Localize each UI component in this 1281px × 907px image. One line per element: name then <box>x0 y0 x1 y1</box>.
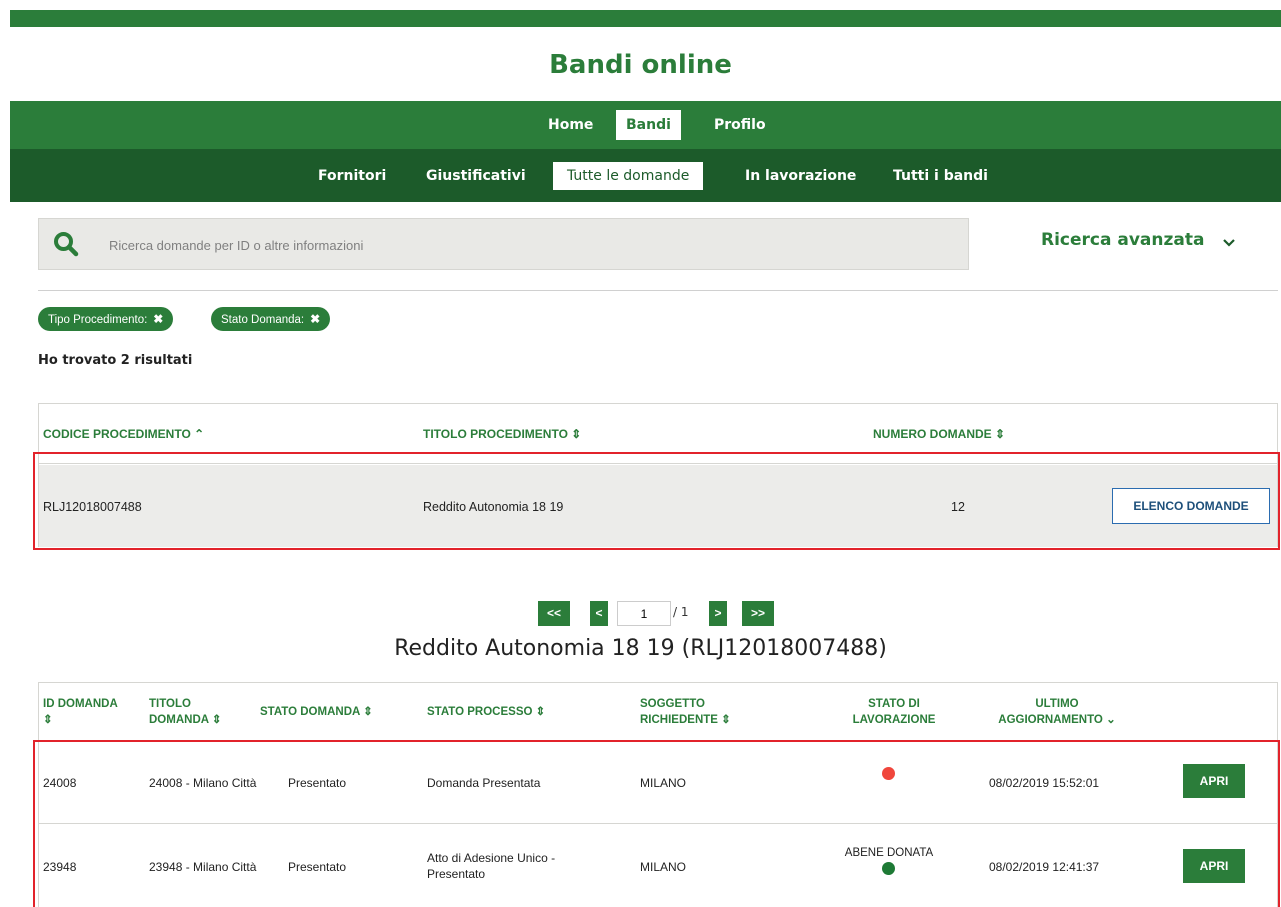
column-header-stato-domanda[interactable]: STATO DOMANDA ⇕ <box>260 704 373 720</box>
close-icon[interactable]: ✖ <box>153 307 163 331</box>
sort-icon: ⇕ <box>995 427 1006 441</box>
nav-item-profilo[interactable]: Profilo <box>704 110 776 140</box>
divider <box>38 290 1278 291</box>
subnav-item-fornitori[interactable]: Fornitori <box>304 162 400 190</box>
table-header: ID DOMANDA ⇕ TITOLO DOMANDA ⇕ STATO DOMA… <box>39 683 1277 742</box>
sort-icon: ⇕ <box>363 706 373 718</box>
sort-icon: ⇕ <box>211 714 222 726</box>
cell-titolo: 23948 - Milano Città <box>149 860 257 874</box>
filter-chip-stato-domanda[interactable]: Stato Domanda: ✖ <box>211 307 331 331</box>
results-count: Ho trovato 2 risultati <box>38 353 193 368</box>
apri-button[interactable]: APRI <box>1183 764 1245 798</box>
column-header-codice[interactable]: CODICE PROCEDIMENTO ⌃ <box>43 427 204 441</box>
filter-chip-label: Tipo Procedimento: <box>48 314 148 326</box>
status-dot-green <box>882 862 895 875</box>
search-bar <box>38 218 969 270</box>
column-header-titolo[interactable]: TITOLO PROCEDIMENTO ⇕ <box>423 427 581 441</box>
table-row: 24008 24008 - Milano Città Presentato Do… <box>39 742 1277 824</box>
close-icon[interactable]: ✖ <box>310 307 320 331</box>
column-header-stato-processo[interactable]: STATO PROCESSO ⇕ <box>427 704 545 720</box>
sort-icon: ⇕ <box>721 714 731 726</box>
section-title: Reddito Autonomia 18 19 (RLJ12018007488) <box>394 636 887 661</box>
subnav-item-tutti-i-bandi[interactable]: Tutti i bandi <box>879 162 1002 190</box>
cell-soggetto: MILANO <box>640 776 687 790</box>
column-header-ultimo-aggiornamento[interactable]: ULTIMO AGGIORNAMENTO ⌄ <box>987 696 1127 728</box>
column-header-numero[interactable]: NUMERO DOMANDE ⇕ <box>873 427 1005 441</box>
status-label: ABENE DONATA <box>844 847 934 859</box>
status-dot-red <box>882 767 895 780</box>
page-total: / 1 <box>673 605 689 619</box>
search-icon[interactable] <box>53 231 79 257</box>
first-page-button[interactable]: << <box>538 601 570 626</box>
cell-titolo: 24008 - Milano Città <box>149 776 257 790</box>
page-number-input[interactable] <box>617 601 671 626</box>
column-header-id[interactable]: ID DOMANDA ⇕ <box>43 696 123 728</box>
cell-stato-domanda: Presentato <box>288 776 347 790</box>
filter-chip-label: Stato Domanda: <box>221 314 305 326</box>
apri-button[interactable]: APRI <box>1183 849 1245 883</box>
procedures-table: CODICE PROCEDIMENTO ⌃ TITOLO PROCEDIMENT… <box>38 403 1278 547</box>
cell-soggetto: MILANO <box>640 860 687 874</box>
column-header-titolo[interactable]: TITOLO DOMANDA ⇕ <box>149 696 233 728</box>
column-header-stato-lavorazione: STATO DI LAVORAZIONE <box>852 698 936 726</box>
chevron-down-icon[interactable] <box>1222 236 1236 250</box>
top-accent-bar <box>10 10 1281 27</box>
sub-nav: Fornitori Giustificativi Tutte le domand… <box>10 149 1281 202</box>
sort-asc-icon: ⌃ <box>194 427 205 441</box>
next-page-button[interactable]: > <box>709 601 727 626</box>
table-row: 23948 23948 - Milano Città Presentato At… <box>39 824 1277 907</box>
cell-titolo: Reddito Autonomia 18 19 <box>423 500 564 514</box>
subnav-item-in-lavorazione[interactable]: In lavorazione <box>731 162 870 190</box>
chevron-down-icon: ⌄ <box>1106 714 1116 726</box>
table-header: CODICE PROCEDIMENTO ⌃ TITOLO PROCEDIMENT… <box>39 404 1277 464</box>
table-row: RLJ12018007488 Reddito Autonomia 18 19 1… <box>39 465 1277 547</box>
cell-ultimo-aggiornamento: 08/02/2019 15:52:01 <box>989 776 1100 790</box>
pagination: << < / 1 > >> <box>0 601 1281 626</box>
elenco-domande-button[interactable]: ELENCO DOMANDE <box>1112 488 1270 524</box>
applications-table: ID DOMANDA ⇕ TITOLO DOMANDA ⇕ STATO DOMA… <box>38 682 1278 907</box>
subnav-item-tutte-le-domande[interactable]: Tutte le domande <box>553 162 704 190</box>
column-header-soggetto[interactable]: SOGGETTO RICHIEDENTE ⇕ <box>640 696 750 728</box>
site-title: Bandi online <box>549 50 732 80</box>
subnav-item-giustificativi[interactable]: Giustificativi <box>412 162 540 190</box>
nav-item-bandi[interactable]: Bandi <box>616 110 681 140</box>
last-page-button[interactable]: >> <box>742 601 774 626</box>
advanced-search-toggle[interactable]: Ricerca avanzata <box>1041 230 1204 250</box>
cell-id: 23948 <box>43 860 77 874</box>
cell-ultimo-aggiornamento: 08/02/2019 12:41:37 <box>989 860 1100 874</box>
sort-icon: ⇕ <box>535 706 546 718</box>
main-nav: Home Bandi Profilo <box>10 101 1281 149</box>
sort-icon: ⇕ <box>43 714 53 726</box>
nav-item-home[interactable]: Home <box>538 110 603 140</box>
cell-numero: 12 <box>951 500 965 514</box>
cell-codice: RLJ12018007488 <box>43 500 142 514</box>
cell-stato-domanda: Presentato <box>288 860 347 874</box>
cell-stato-processo: Atto di Adesione Unico - Presentato <box>427 851 556 881</box>
prev-page-button[interactable]: < <box>590 601 608 626</box>
cell-id: 24008 <box>43 776 77 790</box>
filter-chip-tipo-procedimento[interactable]: Tipo Procedimento: ✖ <box>38 307 174 331</box>
cell-stato-processo: Domanda Presentata <box>427 776 541 790</box>
sort-icon: ⇕ <box>571 427 582 441</box>
search-input[interactable] <box>109 231 949 259</box>
